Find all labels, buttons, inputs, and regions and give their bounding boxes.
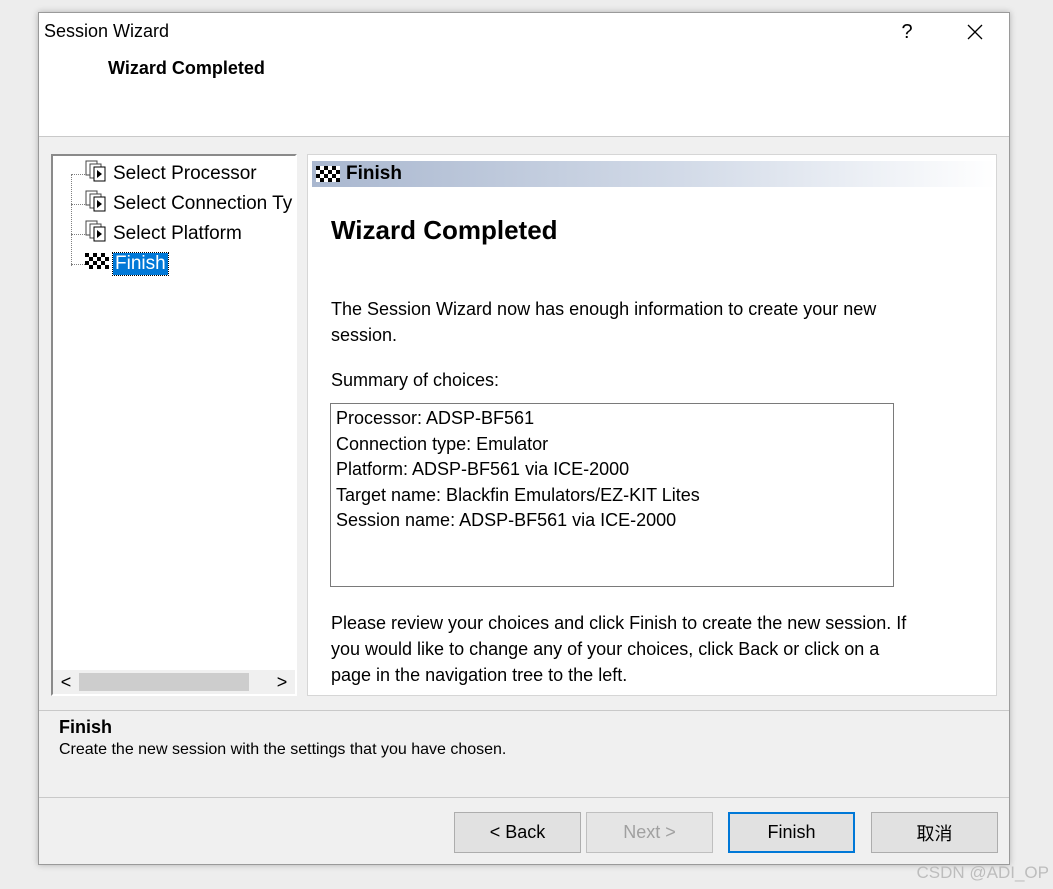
wizard-page-icon (85, 220, 107, 248)
session-wizard-window: Session Wizard Wizard Completed ? Select… (38, 12, 1010, 865)
tree-item-label: Select Connection Ty (113, 193, 293, 214)
hint-text: Create the new session with the settings… (59, 741, 507, 758)
summary-label: Summary of choices: (331, 370, 500, 390)
tree-item-select-platform[interactable]: Select Platform (71, 220, 242, 248)
checkered-flag-icon (316, 166, 340, 182)
tree-item-select-processor[interactable]: Select Processor (71, 160, 257, 188)
summary-line: Processor: ADSP-BF561 (336, 408, 535, 428)
scroll-left-arrow[interactable]: < (57, 672, 75, 692)
wizard-header: Session Wizard Wizard Completed ? (39, 13, 1009, 137)
tree-item-select-connection-type[interactable]: Select Connection Ty (71, 190, 293, 218)
tree-item-label: Finish (112, 252, 169, 276)
page-banner: Finish (312, 161, 996, 187)
wizard-page-content: Finish Wizard Completed The Session Wiza… (307, 154, 997, 696)
next-button[interactable]: Next > (586, 812, 713, 853)
hint-panel: Finish Create the new session with the s… (39, 710, 1009, 798)
finish-button[interactable]: Finish (728, 812, 855, 853)
intro-text: The Session Wizard now has enough inform… (331, 299, 877, 345)
scrollbar-thumb[interactable] (79, 673, 249, 691)
tree-item-finish[interactable]: Finish (71, 252, 169, 276)
tree-item-label: Select Processor (113, 163, 257, 184)
navigation-tree: Select Processor Select Connection Ty Se… (51, 154, 297, 696)
scroll-right-arrow[interactable]: > (273, 672, 291, 692)
summary-line: Session name: ADSP-BF561 via ICE-2000 (336, 510, 677, 530)
help-button[interactable]: ? (891, 18, 923, 46)
summary-line: Connection type: Emulator (336, 433, 549, 454)
tree-item-label: Select Platform (113, 223, 242, 244)
close-icon (967, 24, 983, 40)
wizard-page-icon (85, 190, 107, 218)
close-button[interactable] (955, 18, 995, 46)
page-heading: Wizard Completed (331, 215, 558, 245)
horizontal-scrollbar[interactable]: < > (53, 670, 295, 694)
watermark: CSDN @ADI_OP (916, 863, 1049, 882)
summary-textbox[interactable]: Processor: ADSP-BF561 Connection type: E… (330, 403, 894, 587)
banner-title: Finish (346, 163, 402, 184)
outro-text: Please review your choices and click Fin… (331, 613, 907, 685)
wizard-page-icon (85, 160, 107, 188)
summary-line: Platform: ADSP-BF561 via ICE-2000 (336, 459, 630, 479)
summary-line: Target name: Blackfin Emulators/EZ-KIT L… (336, 484, 700, 505)
cancel-button[interactable]: 取消 (871, 812, 998, 853)
checkered-flag-icon (85, 253, 109, 275)
back-button[interactable]: < Back (454, 812, 581, 853)
window-title: Session Wizard (44, 21, 170, 41)
header-subtitle: Wizard Completed (108, 58, 265, 78)
hint-title: Finish (59, 717, 112, 737)
